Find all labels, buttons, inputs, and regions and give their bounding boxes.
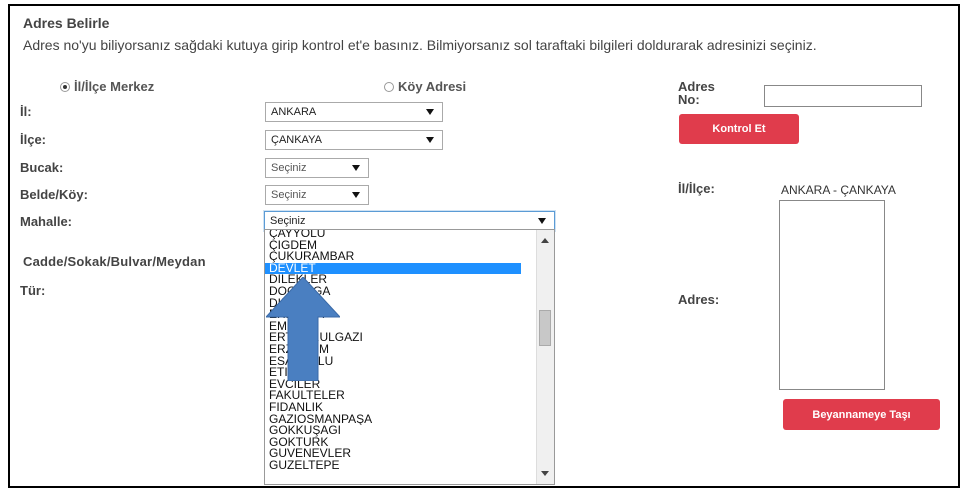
radio-merkez-label: İl/İlçe Merkez: [74, 79, 155, 94]
radio-merkez-button[interactable]: [60, 81, 70, 92]
radio-koy-button[interactable]: [384, 81, 394, 92]
pointer-arrow-icon: [266, 277, 340, 381]
mahalle-select-value: Seçiniz: [270, 215, 306, 227]
dropdown-option[interactable]: GAZİOSMANPAŞA: [265, 414, 521, 426]
dropdown-scrollbar[interactable]: [536, 230, 554, 484]
mahalle-label: Mahalle:: [20, 214, 73, 229]
bucak-select-value: Seçiniz: [271, 162, 307, 174]
radio-koy-label: Köy Adresi: [398, 79, 467, 94]
ilce-select[interactable]: ÇANKAYA: [265, 130, 443, 150]
dropdown-option[interactable]: GÜVENEVLER: [265, 448, 521, 460]
chevron-down-icon: [538, 218, 546, 224]
scroll-down-icon[interactable]: [541, 471, 549, 476]
dropdown-option[interactable]: FAKÜLTELER: [265, 390, 521, 402]
dropdown-option[interactable]: ÇUKURAMBAR: [265, 251, 521, 263]
scroll-up-icon[interactable]: [541, 238, 549, 243]
form-instructions: Adres no'yu biliyorsanız sağdaki kutuya …: [23, 37, 817, 53]
dropdown-option[interactable]: GÖKTÜRK: [265, 437, 521, 449]
il-ilce-value: ANKARA - ÇANKAYA: [781, 183, 896, 197]
form-title: Adres Belirle: [23, 15, 110, 31]
scrollbar-thumb[interactable]: [539, 310, 551, 346]
dropdown-option[interactable]: GÜZELTEPE: [265, 460, 521, 472]
bucak-select[interactable]: Seçiniz: [265, 158, 369, 178]
bucak-label: Bucak:: [20, 160, 64, 175]
adres-textarea[interactable]: [779, 200, 885, 390]
belde-label: Belde/Köy:: [20, 187, 88, 202]
adres-label: Adres:: [678, 292, 720, 307]
radio-merkez-option[interactable]: İl/İlçe Merkez: [60, 79, 154, 94]
beyannameye-tasi-button[interactable]: Beyannameye Taşı: [783, 399, 940, 430]
belde-select-value: Seçiniz: [271, 189, 307, 201]
ilce-label: İlçe:: [20, 132, 47, 147]
radio-koy-option[interactable]: Köy Adresi: [384, 79, 466, 94]
il-ilce-label: İl/İlçe:: [678, 181, 715, 196]
il-label: İl:: [20, 104, 32, 119]
chevron-down-icon: [352, 192, 360, 198]
adres-no-label: Adres No:: [678, 79, 715, 107]
il-select[interactable]: ANKARA: [265, 102, 443, 122]
dropdown-option[interactable]: FİDANLIK: [265, 402, 521, 414]
dropdown-option[interactable]: ÇİĞDEM: [265, 240, 521, 252]
dropdown-option[interactable]: DEVLET: [265, 262, 521, 275]
kontrol-et-button[interactable]: Kontrol Et: [679, 114, 799, 144]
tur-label: Tür:: [20, 283, 46, 298]
mahalle-select[interactable]: Seçiniz: [264, 211, 555, 231]
il-select-value: ANKARA: [271, 106, 317, 118]
chevron-down-icon: [426, 137, 434, 143]
belde-select[interactable]: Seçiniz: [265, 185, 369, 205]
chevron-down-icon: [426, 109, 434, 115]
ilce-select-value: ÇANKAYA: [271, 134, 322, 146]
dropdown-option[interactable]: ÇAYYOLU: [265, 230, 521, 240]
dropdown-option[interactable]: GÖKKUŞAĞI: [265, 425, 521, 437]
address-form-panel: Adres Belirle Adres no'yu biliyorsanız s…: [8, 4, 960, 488]
adres-no-input[interactable]: [764, 85, 922, 107]
cadde-label: Cadde/Sokak/Bulvar/Meydan: [23, 254, 206, 269]
chevron-down-icon: [352, 165, 360, 171]
